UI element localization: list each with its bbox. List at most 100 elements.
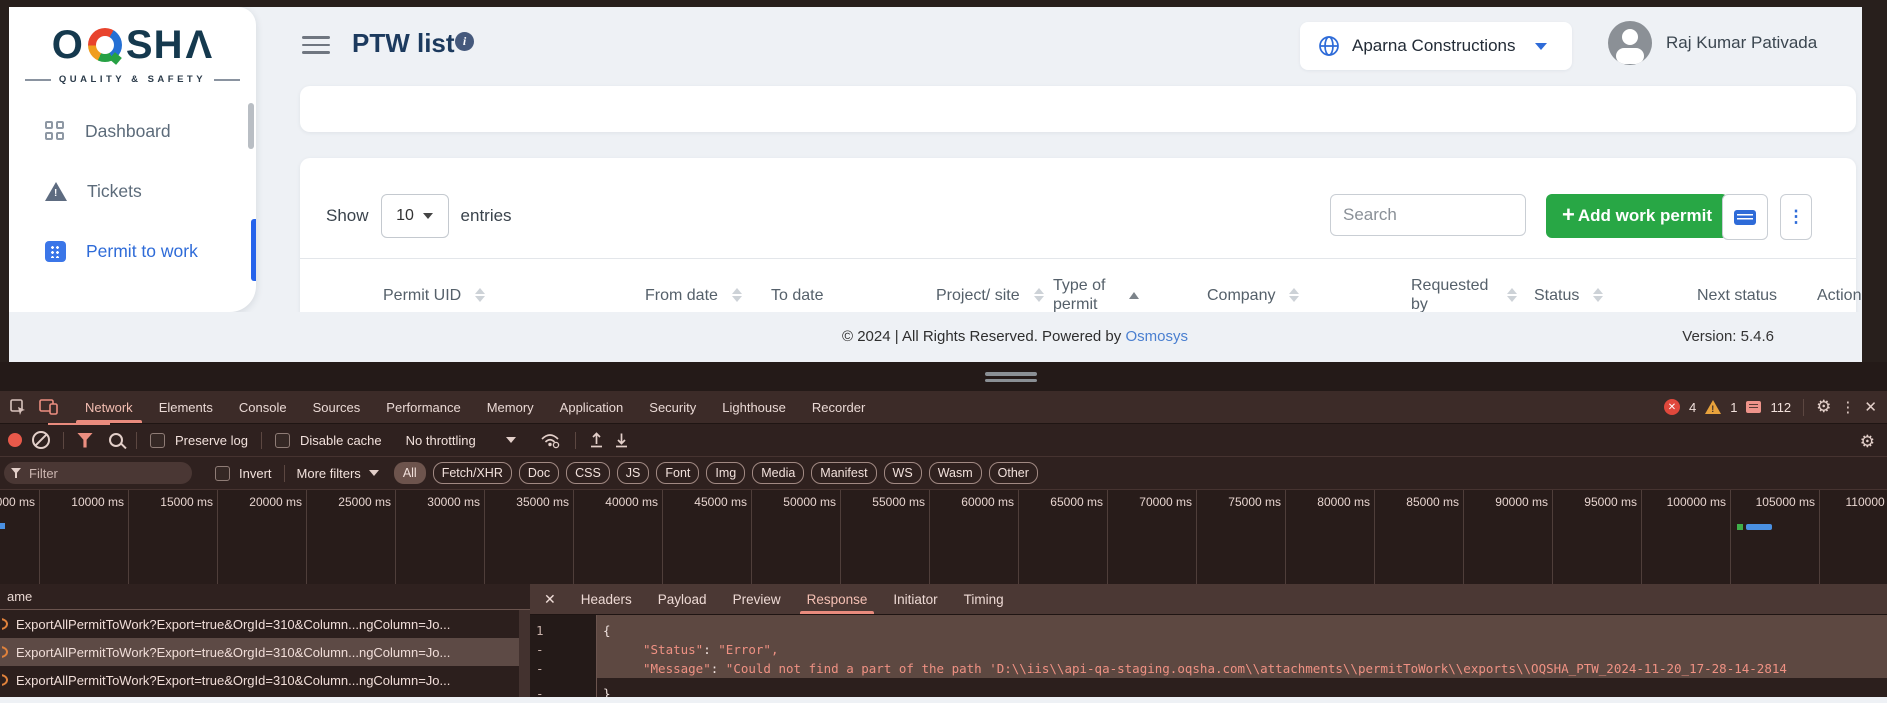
inspect-element-icon[interactable] (10, 399, 27, 416)
detail-tab[interactable]: Preview (720, 584, 794, 614)
column-type-of-permit[interactable]: Type of permit (1053, 276, 1207, 314)
warning-count: 1 (1730, 400, 1737, 415)
organization-selector[interactable]: Aparna Constructions (1300, 22, 1572, 70)
drag-handle-icon[interactable] (985, 372, 1037, 385)
tagline-line-left (25, 79, 51, 81)
detail-tab[interactable]: Timing (951, 584, 1017, 614)
network-toolbar: Preserve log Disable cache No throttling… (0, 424, 1887, 457)
filter-chip[interactable]: CSS (566, 462, 610, 484)
request-type-chips: All Fetch/XHR Doc CSS JS Font Img Media Manifest… (394, 462, 1038, 484)
clear-network-log-icon[interactable] (32, 431, 50, 449)
network-overview-timeline[interactable]: 5000 ms10000 ms15000 ms20000 ms25000 ms3… (0, 490, 1887, 585)
window-edge-right (1862, 0, 1887, 362)
request-row[interactable]: ExportAllPermitToWork?Export=true&OrgId=… (0, 610, 530, 638)
devtools-close-icon[interactable]: ✕ (1864, 398, 1877, 416)
timeline-tick-label: 90000 ms (1464, 490, 1553, 584)
column-permit-uid[interactable]: Permit UID (383, 286, 645, 305)
device-toolbar-icon[interactable] (39, 399, 58, 415)
json-line-open: { (597, 621, 1887, 640)
detail-tab[interactable]: Response (794, 584, 881, 614)
record-network-log-icon[interactable] (8, 433, 22, 447)
filter-chip[interactable]: WS (884, 462, 922, 484)
detail-tab[interactable]: Initiator (880, 584, 950, 614)
more-filters-button[interactable]: More filters (297, 466, 379, 481)
disable-cache-checkbox[interactable] (275, 433, 290, 448)
network-split-view: ame ExportAllPermitToWork?Export=true&Or… (0, 584, 1887, 697)
entries-select[interactable]: 10 (381, 194, 449, 238)
search-icon[interactable] (109, 433, 123, 447)
info-icon[interactable]: i (455, 32, 474, 51)
devtools-settings-icon[interactable]: ⚙ (1816, 397, 1831, 417)
search-input[interactable] (1330, 194, 1526, 236)
filter-chip[interactable]: Wasm (929, 462, 982, 484)
request-list-panel: ame ExportAllPermitToWork?Export=true&Or… (0, 584, 530, 697)
request-row[interactable]: ExportAllPermitToWork?Export=true&OrgId=… (0, 638, 530, 666)
column-status[interactable]: Status (1534, 286, 1697, 305)
export-har-icon[interactable] (614, 432, 629, 448)
detail-tabs: HeadersPayloadPreviewResponseInitiatorTi… (568, 584, 1017, 614)
filter-icon[interactable] (77, 433, 93, 448)
issues-message-icon[interactable] (1746, 401, 1761, 413)
sidebar-scrollbar[interactable] (248, 103, 254, 149)
column-visibility-button[interactable] (1722, 194, 1768, 240)
column-project-site[interactable]: Project/ site (936, 286, 1053, 305)
invert-checkbox[interactable] (215, 466, 230, 481)
filter-chip[interactable]: Manifest (811, 462, 876, 484)
permit-building-icon (45, 241, 66, 262)
filter-chip[interactable]: Doc (519, 462, 559, 484)
more-options-button[interactable]: ⋮ (1780, 194, 1812, 240)
error-badge-icon[interactable]: ✕ (1664, 399, 1680, 415)
sidebar-item-tickets[interactable]: ! Tickets (9, 171, 256, 211)
column-to-date[interactable]: To date (771, 286, 936, 305)
filter-chip[interactable]: Fetch/XHR (433, 462, 512, 484)
request-row[interactable]: ExportAllPermitToWork?Export=true&OrgId=… (0, 666, 530, 694)
user-avatar[interactable] (1608, 21, 1652, 65)
column-next-status[interactable]: Next status (1697, 286, 1817, 305)
column-requested-by[interactable]: Requested by (1411, 276, 1534, 314)
error-count: 4 (1689, 400, 1696, 415)
request-name-column-header[interactable]: ame (0, 584, 530, 610)
request-rows: ExportAllPermitToWork?Export=true&OrgId=… (0, 610, 530, 694)
preserve-log-checkbox[interactable] (150, 433, 165, 448)
devtools-menu-icon[interactable]: ⋮ (1840, 398, 1855, 416)
filter-chip[interactable]: Media (752, 462, 804, 484)
devtools-tab[interactable]: Network (72, 391, 146, 423)
column-company[interactable]: Company (1207, 286, 1411, 305)
response-json-content[interactable]: { "Status": "Error", "Message": "Could n… (597, 615, 1887, 697)
network-conditions-icon[interactable] (540, 432, 562, 449)
filter-chip[interactable]: All (394, 462, 426, 484)
filter-input[interactable] (27, 465, 171, 482)
warning-badge-icon[interactable]: ! (1705, 400, 1721, 414)
devtools-tab[interactable]: Application (547, 391, 637, 423)
detail-tab[interactable]: Payload (645, 584, 720, 614)
devtools-tab[interactable]: Console (226, 391, 300, 423)
close-detail-icon[interactable]: ✕ (530, 591, 568, 608)
filter-chip[interactable]: JS (617, 462, 650, 484)
sidebar-item-permit-to-work[interactable]: Permit to work (9, 231, 256, 271)
import-har-icon[interactable] (589, 432, 604, 448)
devtools-tab[interactable]: Lighthouse (709, 391, 799, 423)
osmosys-link[interactable]: Osmosys (1125, 328, 1188, 345)
entries-label: entries (461, 206, 512, 226)
timeline-tick-label: 5000 ms (0, 490, 40, 584)
filter-chip[interactable]: Img (706, 462, 745, 484)
sidebar-item-dashboard[interactable]: Dashboard (9, 111, 256, 151)
devtools-tab[interactable]: Performance (373, 391, 473, 423)
devtools-tab[interactable]: Security (636, 391, 709, 423)
devtools-tab[interactable]: Sources (300, 391, 374, 423)
devtools-dock-divider[interactable] (0, 362, 1887, 391)
filter-chip[interactable]: Font (656, 462, 699, 484)
timeline-tick-label: 110000 ms (1820, 490, 1887, 584)
devtools-tab[interactable]: Elements (146, 391, 226, 423)
filter-chip[interactable]: Other (989, 462, 1038, 484)
devtools-tab[interactable]: Memory (474, 391, 547, 423)
request-list-scrollbar[interactable] (519, 610, 530, 697)
devtools-tab[interactable]: Recorder (799, 391, 878, 423)
network-settings-icon[interactable]: ⚙ (1860, 432, 1875, 452)
throttling-select[interactable]: No throttling (406, 433, 516, 448)
menu-toggle-icon[interactable] (302, 36, 330, 59)
column-from-date[interactable]: From date (645, 286, 771, 305)
detail-tab[interactable]: Headers (568, 584, 645, 614)
request-type-icon (2, 616, 12, 632)
add-work-permit-button[interactable]: + Add work permit (1546, 194, 1728, 238)
